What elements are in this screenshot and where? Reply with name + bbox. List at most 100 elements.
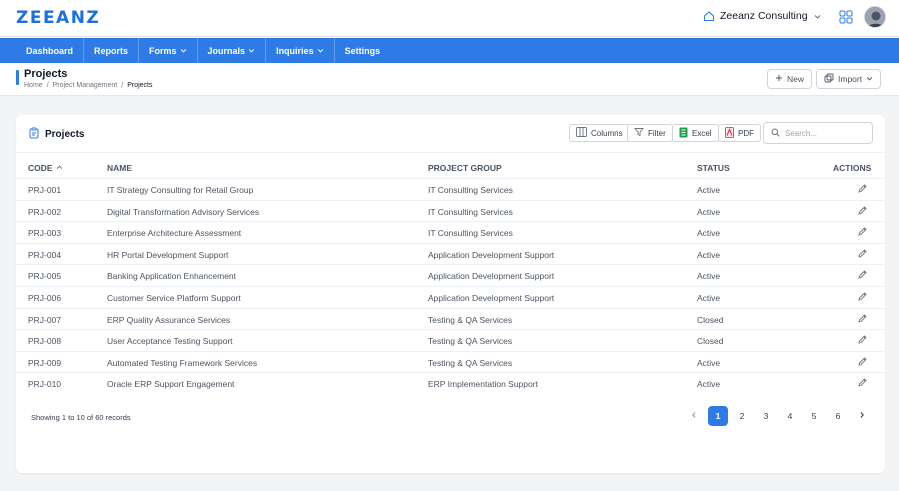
column-header-actions: ACTIONS (833, 163, 871, 173)
nav-label: Forms (149, 45, 177, 56)
edit-icon[interactable] (857, 334, 868, 347)
cell-code: PRJ-006 (28, 293, 62, 303)
table-row[interactable]: PRJ-002 Digital Transformation Advisory … (16, 199, 885, 222)
title-accent (16, 70, 19, 85)
search-icon (771, 124, 780, 142)
avatar[interactable] (864, 6, 886, 28)
chevron-down-icon (317, 46, 324, 56)
company-selector[interactable]: Zeeanz Consulting (703, 10, 822, 22)
table-row[interactable]: PRJ-006 Customer Service Platform Suppor… (16, 286, 885, 308)
table-header: CODE NAME PROJECT GROUP STATUS ACTIONS (16, 160, 885, 178)
cell-project-group: IT Consulting Services (428, 228, 513, 239)
cell-code: PRJ-005 (28, 271, 62, 282)
edit-icon[interactable] (857, 226, 868, 239)
cell-status: Active (697, 228, 721, 239)
column-header-label: PROJECT GROUP (428, 163, 502, 173)
nav-inquiries[interactable]: Inquiries (266, 38, 335, 63)
edit-icon[interactable] (857, 183, 868, 196)
next-page-button[interactable] (852, 406, 872, 426)
nav-label: Settings (344, 45, 381, 56)
cell-status: Active (697, 249, 721, 260)
page-button[interactable]: 3 (756, 406, 776, 426)
excel-label: Excel (692, 128, 712, 138)
column-header-project-group[interactable]: PROJECT GROUP (428, 163, 502, 173)
chevron-down-icon (180, 46, 187, 56)
cell-code: PRJ-007 (28, 314, 62, 325)
cell-code: PRJ-004 (28, 249, 62, 260)
column-header-label: STATUS (697, 163, 730, 173)
cell-status: Active (697, 293, 721, 303)
cell-status: Active (697, 357, 721, 368)
new-label: New (787, 74, 805, 84)
pdf-button[interactable]: PDF (718, 124, 761, 142)
nav-reports[interactable]: Reports (84, 38, 140, 63)
cell-project-group: Application Development Support (428, 293, 555, 303)
edit-icon[interactable] (857, 291, 868, 304)
main-nav: Dashboard Reports Forms Journals Inquiri… (0, 38, 899, 63)
nav-label: Journals (207, 45, 246, 56)
import-label: Import (838, 74, 863, 84)
column-header-code[interactable]: CODE (28, 163, 63, 173)
excel-icon (679, 127, 688, 140)
chevron-down-icon (248, 46, 255, 56)
cell-code: PRJ-001 (28, 185, 62, 195)
page-button[interactable]: 6 (828, 406, 848, 426)
new-button[interactable]: New (767, 69, 813, 89)
table-row[interactable]: PRJ-008 User Acceptance Testing Support … (16, 329, 885, 351)
chevron-down-icon (866, 74, 873, 84)
clipboard-icon (28, 127, 40, 142)
import-icon (824, 73, 834, 85)
cell-name: HR Portal Development Support (107, 249, 229, 260)
table-row[interactable]: PRJ-004 HR Portal Development Support Ap… (16, 242, 885, 265)
excel-button[interactable]: Excel (672, 124, 719, 142)
column-header-label: NAME (107, 163, 133, 173)
table-row[interactable]: PRJ-001 IT Strategy Consulting for Retai… (16, 178, 885, 200)
prev-page-button[interactable] (684, 406, 704, 426)
edit-icon[interactable] (857, 269, 868, 282)
column-header-status[interactable]: STATUS (697, 163, 730, 173)
table-row[interactable]: PRJ-005 Banking Application Enhancement … (16, 264, 885, 286)
cell-project-group: Application Development Support (428, 271, 555, 282)
nav-label: Inquiries (276, 45, 314, 56)
nav-forms[interactable]: Forms (139, 38, 198, 63)
pagination: 1 2 3 4 5 6 (684, 406, 872, 426)
pdf-label: PDF (738, 128, 754, 138)
plus-icon (775, 74, 783, 84)
apps-grid-icon[interactable] (839, 10, 853, 29)
page-button[interactable]: 4 (780, 406, 800, 426)
cell-project-group: Application Development Support (428, 249, 555, 260)
logo[interactable]: ZEEANZ (16, 8, 100, 28)
search-box[interactable] (763, 122, 873, 144)
breadcrumb-separator: / (46, 82, 49, 89)
nav-dashboard[interactable]: Dashboard (16, 38, 85, 63)
column-header-label: ACTIONS (833, 163, 872, 173)
edit-icon[interactable] (857, 377, 868, 390)
nav-settings[interactable]: Settings (335, 38, 391, 63)
search-input[interactable] (785, 128, 865, 138)
page-button[interactable]: 1 (708, 406, 728, 426)
cell-name: Enterprise Architecture Assessment (107, 228, 242, 239)
cell-project-group: IT Consulting Services (428, 185, 513, 195)
table-row[interactable]: PRJ-003 Enterprise Architecture Assessme… (16, 221, 885, 243)
edit-icon[interactable] (857, 313, 868, 326)
table-row[interactable]: PRJ-007 ERP Quality Assurance Services T… (16, 307, 885, 330)
edit-icon[interactable] (857, 356, 868, 369)
table-row[interactable]: PRJ-010 Oracle ERP Support Engagement ER… (16, 372, 885, 394)
table-row[interactable]: PRJ-009 Automated Testing Framework Serv… (16, 350, 885, 373)
edit-icon[interactable] (857, 205, 868, 218)
filter-button[interactable]: Filter (627, 124, 673, 142)
page-button[interactable]: 5 (804, 406, 824, 426)
page-button[interactable]: 2 (732, 406, 752, 426)
breadcrumb-project-management[interactable]: Project Management (53, 82, 118, 89)
cell-code: PRJ-009 (28, 357, 62, 368)
breadcrumb-home[interactable]: Home (24, 82, 43, 89)
column-header-name[interactable]: NAME (107, 163, 132, 173)
columns-button[interactable]: Columns (569, 124, 630, 142)
edit-icon[interactable] (857, 248, 868, 261)
nav-journals[interactable]: Journals (198, 38, 267, 63)
import-button[interactable]: Import (816, 69, 882, 89)
cell-code: PRJ-008 (28, 336, 62, 347)
columns-icon (576, 127, 587, 139)
page-title: Projects (24, 68, 68, 80)
breadcrumb-current: Projects (127, 82, 153, 89)
